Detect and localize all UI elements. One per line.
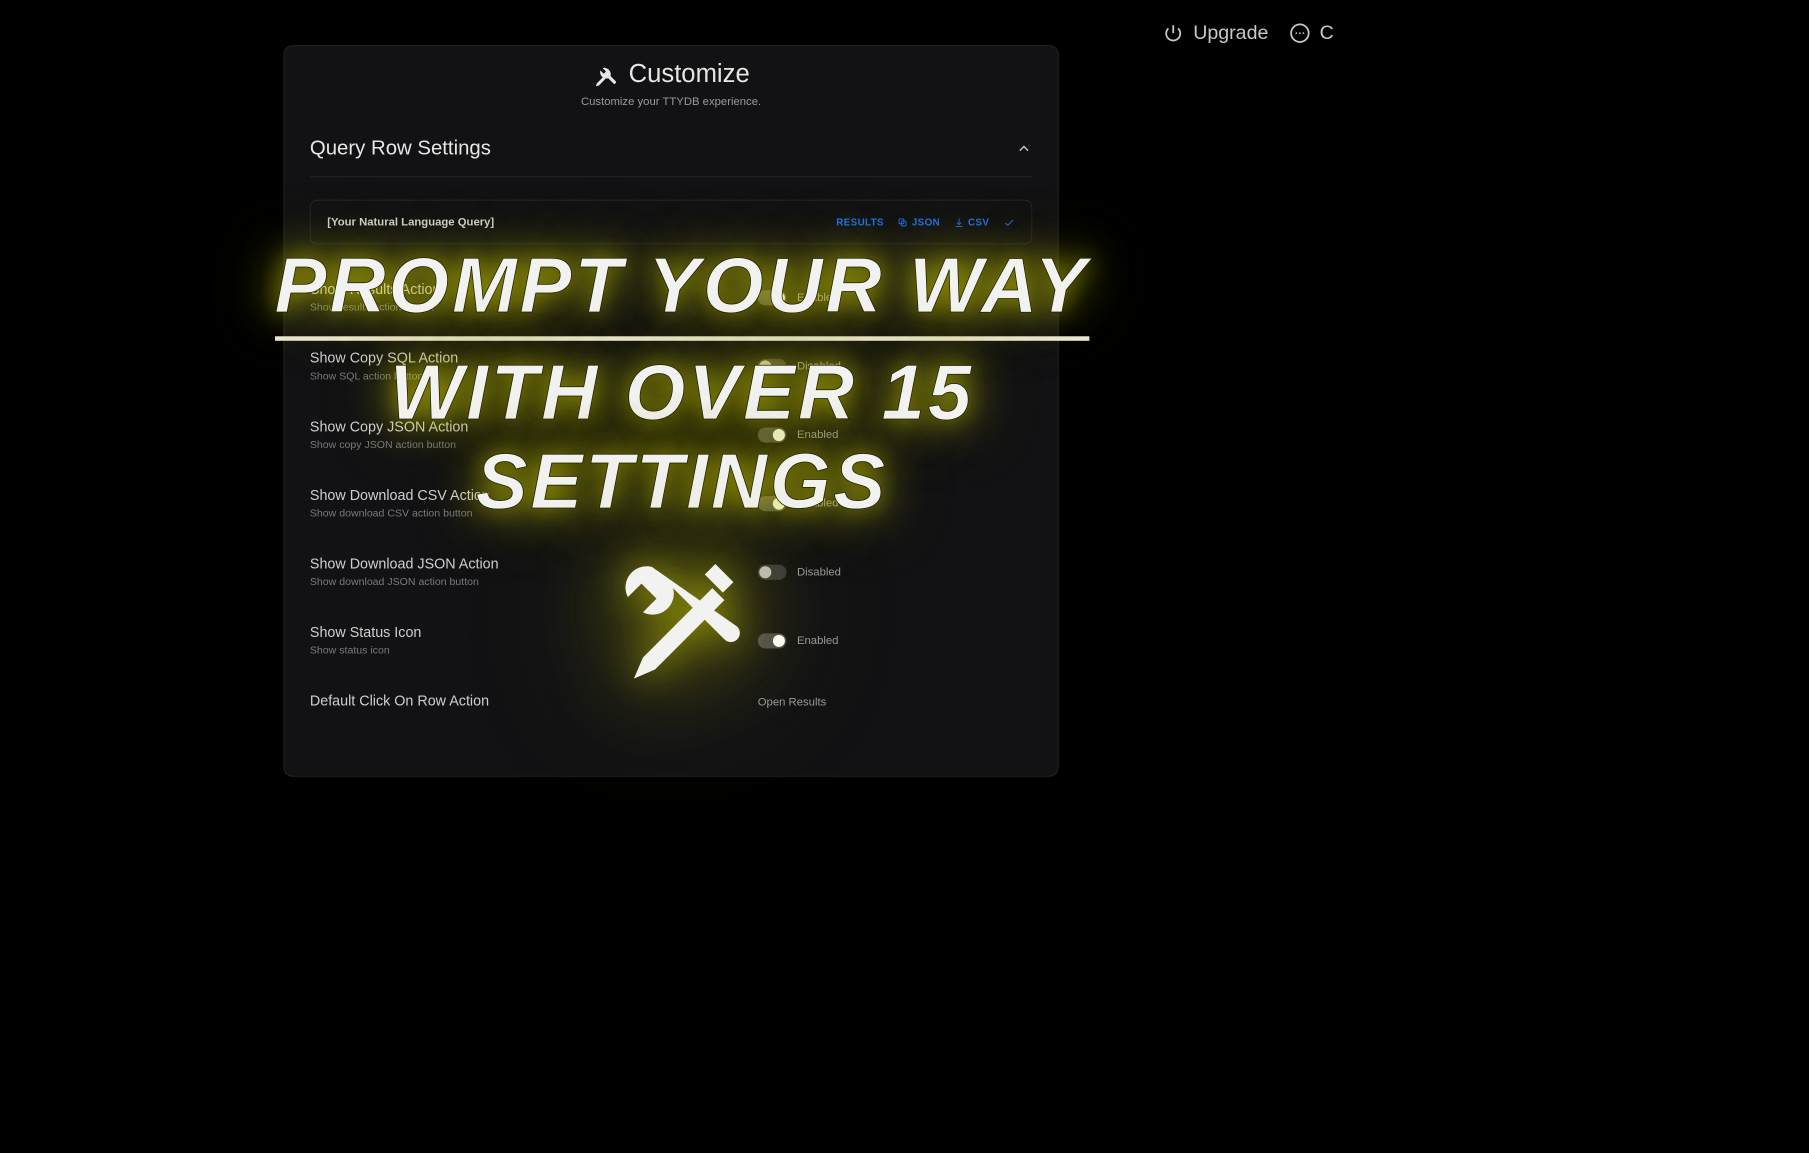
setting-title: Show Results Action <box>310 282 758 299</box>
setting-toggle[interactable] <box>758 427 787 442</box>
setting-desc: Show status icon <box>310 644 758 656</box>
preview-csv-action[interactable]: CSV <box>954 216 990 227</box>
query-placeholder: [Your Natural Language Query] <box>327 216 494 229</box>
tools-icon <box>592 61 618 87</box>
setting-row: Show Download CSV Action Show download CS… <box>310 488 1032 519</box>
setting-row: Show Results Action Show results action b… <box>310 282 1032 313</box>
upgrade-button[interactable]: Upgrade <box>1163 21 1268 44</box>
panel-subtitle: Customize your TTYDB experience. <box>310 95 1032 108</box>
section-toggle-query-row[interactable]: Query Row Settings <box>310 136 1032 177</box>
setting-toggle[interactable] <box>758 359 787 374</box>
setting-state: Disabled <box>797 360 841 373</box>
preview-json-action[interactable]: JSON <box>898 216 941 227</box>
query-row-preview: [Your Natural Language Query] RESULTS JS… <box>310 200 1032 244</box>
setting-default-click: Default Click On Row Action Open Results <box>310 694 1032 711</box>
setting-desc: Show results action button <box>310 301 758 313</box>
setting-row: Show Copy SQL ActionShow SQL action butt… <box>310 351 1032 382</box>
setting-row: Show Copy JSON Action Show copy JSON acti… <box>310 419 1032 450</box>
default-click-value[interactable]: Open Results <box>758 696 827 709</box>
setting-title: Show Download CSV Action <box>310 488 758 505</box>
setting-title: Show Download JSON Action <box>310 556 758 573</box>
setting-row: Show Download JSON Action Show download J… <box>310 556 1032 587</box>
setting-toggle[interactable] <box>758 290 787 305</box>
setting-title: Default Click On Row Action <box>310 694 758 711</box>
setting-toggle[interactable] <box>758 496 787 511</box>
section-title: Query Row Settings <box>310 136 491 159</box>
setting-desc: Show download CSV action button <box>310 507 758 519</box>
setting-state: Enabled <box>797 497 839 510</box>
setting-title: Show Copy JSON Action <box>310 419 758 436</box>
copy-icon <box>898 217 909 228</box>
setting-toggle[interactable] <box>758 633 787 648</box>
upgrade-label: Upgrade <box>1193 21 1268 44</box>
preview-results-action[interactable]: RESULTS <box>836 216 884 227</box>
account-button[interactable]: C <box>1290 21 1334 44</box>
download-icon <box>954 217 965 228</box>
more-circle-icon <box>1290 22 1311 43</box>
account-label: C <box>1320 21 1334 44</box>
setting-state: Disabled <box>797 566 841 579</box>
setting-desc: Show SQL action button <box>310 369 758 381</box>
setting-state: Enabled <box>797 634 839 647</box>
setting-toggle[interactable] <box>758 564 787 579</box>
chevron-up-icon <box>1016 140 1033 157</box>
panel-title: Customize <box>629 60 750 89</box>
setting-state: Enabled <box>797 291 839 304</box>
setting-desc: Show copy JSON action button <box>310 438 758 450</box>
setting-desc: Show download JSON action button <box>310 575 758 587</box>
customize-panel: Customize Customize your TTYDB experienc… <box>284 45 1059 776</box>
setting-title: Show Status Icon <box>310 625 758 642</box>
power-icon <box>1163 22 1184 43</box>
setting-row: Show Status Icon Show status icon Enabled <box>310 625 1032 656</box>
check-icon <box>1003 216 1015 228</box>
setting-title: Show Copy SQL Action <box>310 351 758 368</box>
setting-state: Enabled <box>797 428 839 441</box>
